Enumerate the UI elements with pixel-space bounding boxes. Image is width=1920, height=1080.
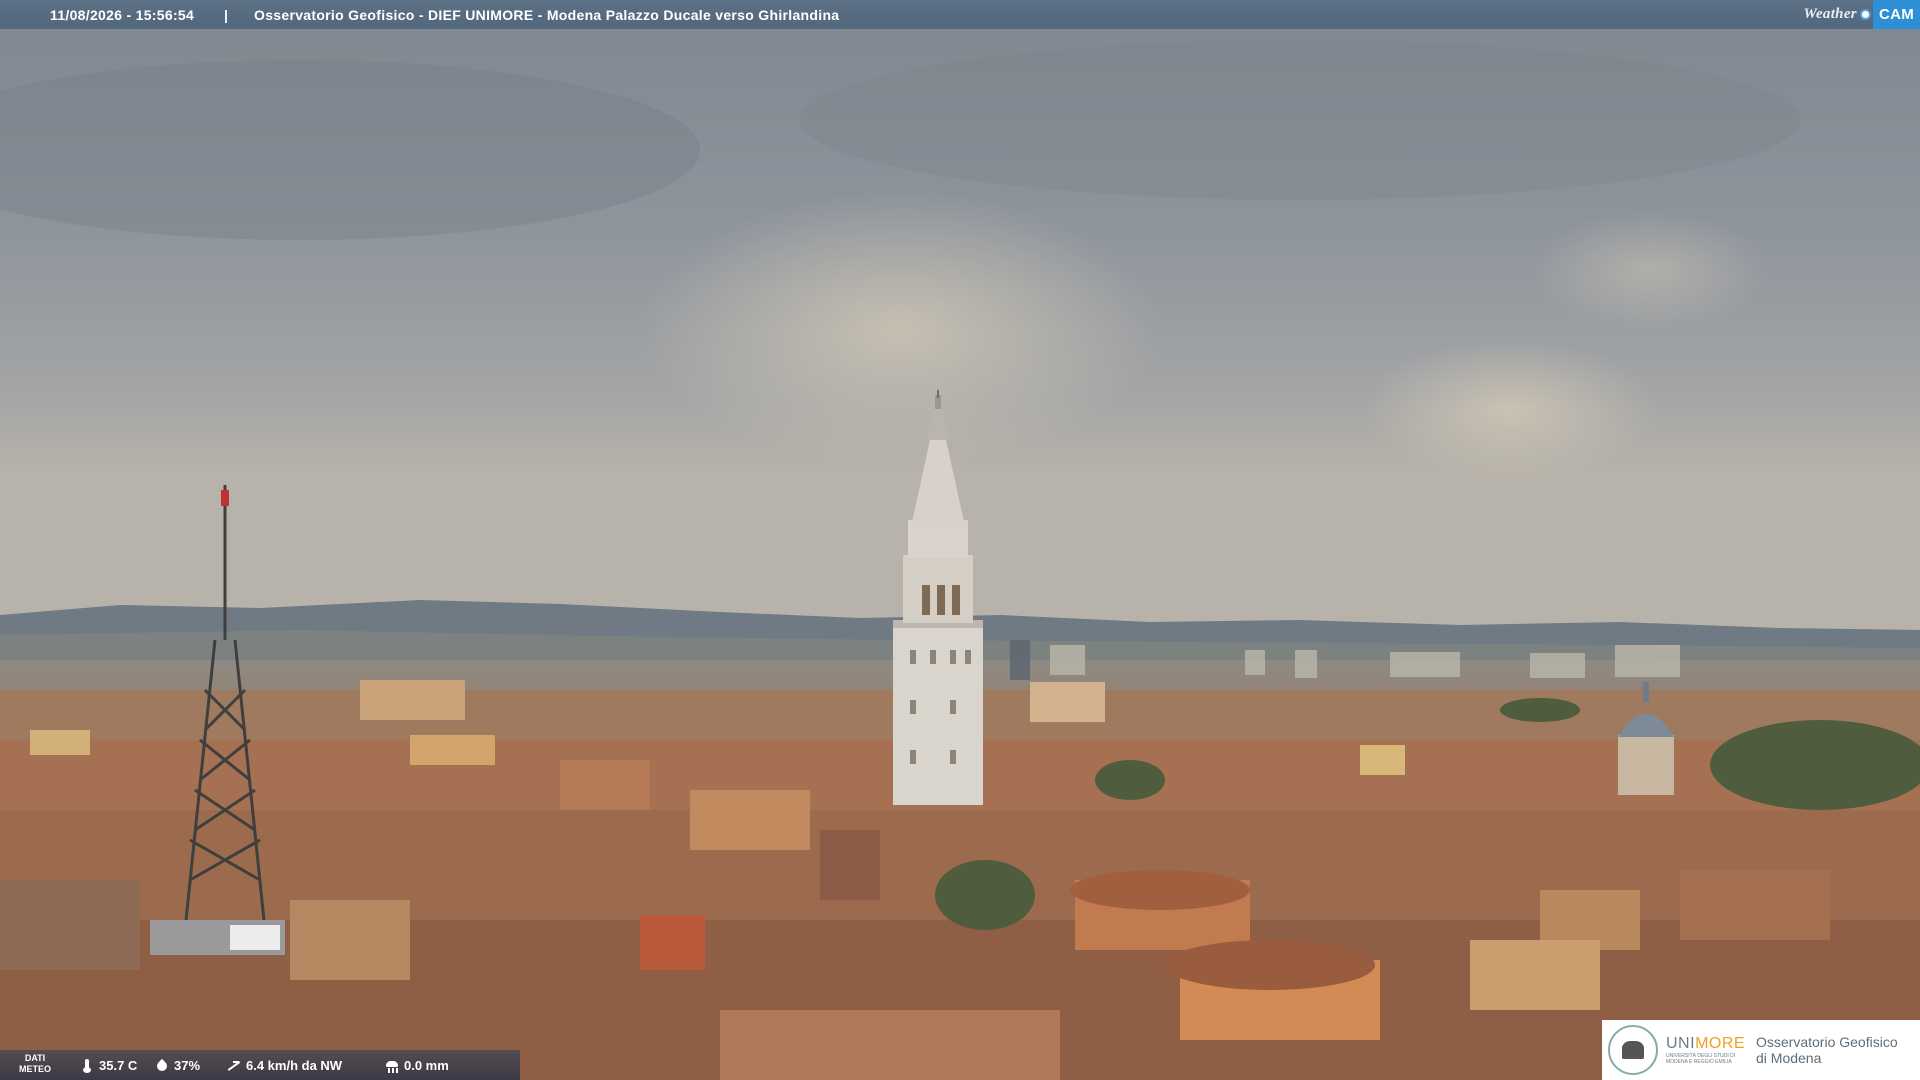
wind-value: 6.4 km/h da NW [246, 1058, 343, 1073]
meteo-label: DATI METEO [18, 1053, 52, 1075]
rain-value: 0.0 mm [404, 1058, 449, 1073]
logo-weather-text: Weather [1803, 6, 1857, 22]
logo-dot-icon [1859, 9, 1871, 20]
temperature-readout: 35.7 C [80, 1058, 137, 1073]
unimore-seal-icon [1608, 1025, 1658, 1075]
meteo-label-line2: METEO [18, 1064, 51, 1074]
meteo-data-bar: DATI METEO 35.7 C 37% 6.4 km/h da NW 0.0… [0, 1050, 520, 1080]
unimore-name-a: UNI [1666, 1035, 1696, 1052]
wind-readout: 6.4 km/h da NW [227, 1058, 342, 1073]
unimore-branding: UNIMORE UNIVERSITÀ DEGLI STUDI DI MODENA… [1602, 1020, 1920, 1080]
top-info-bar: 11/08/2026 - 15:56:54 | Osservatorio Geo… [0, 0, 1920, 29]
separator: | [224, 7, 229, 23]
rain-icon [385, 1059, 399, 1073]
humidity-readout: 37% [155, 1058, 200, 1073]
rain-readout: 0.0 mm [385, 1058, 449, 1073]
camera-title: Osservatorio Geofisico - DIEF UNIMORE - … [254, 7, 840, 23]
unimore-name: UNIMORE [1666, 1035, 1750, 1053]
unimore-name-b: MORE [1695, 1035, 1746, 1052]
webcam-photo [0, 0, 1920, 1080]
humidity-icon [155, 1059, 169, 1073]
observatory-name: Osservatorio Geofisico di Modena [1756, 1034, 1898, 1066]
thermometer-icon [80, 1058, 94, 1073]
unimore-sub2: MODENA E REGGIO EMILIA [1666, 1059, 1732, 1065]
temperature-value: 35.7 C [99, 1058, 138, 1073]
timestamp: 11/08/2026 - 15:56:54 [50, 7, 195, 23]
observatory-line1: Osservatorio Geofisico [1756, 1034, 1898, 1050]
logo-cam-text: CAM [1872, 0, 1920, 29]
humidity-value: 37% [174, 1058, 201, 1073]
wind-icon [227, 1059, 241, 1073]
weathercam-logo: Weather CAM [1803, 0, 1920, 29]
observatory-line2: di Modena [1756, 1050, 1822, 1066]
meteo-label-line1: DATI [24, 1053, 46, 1063]
unimore-wordmark: UNIMORE UNIVERSITÀ DEGLI STUDI DI MODENA… [1666, 1035, 1750, 1065]
